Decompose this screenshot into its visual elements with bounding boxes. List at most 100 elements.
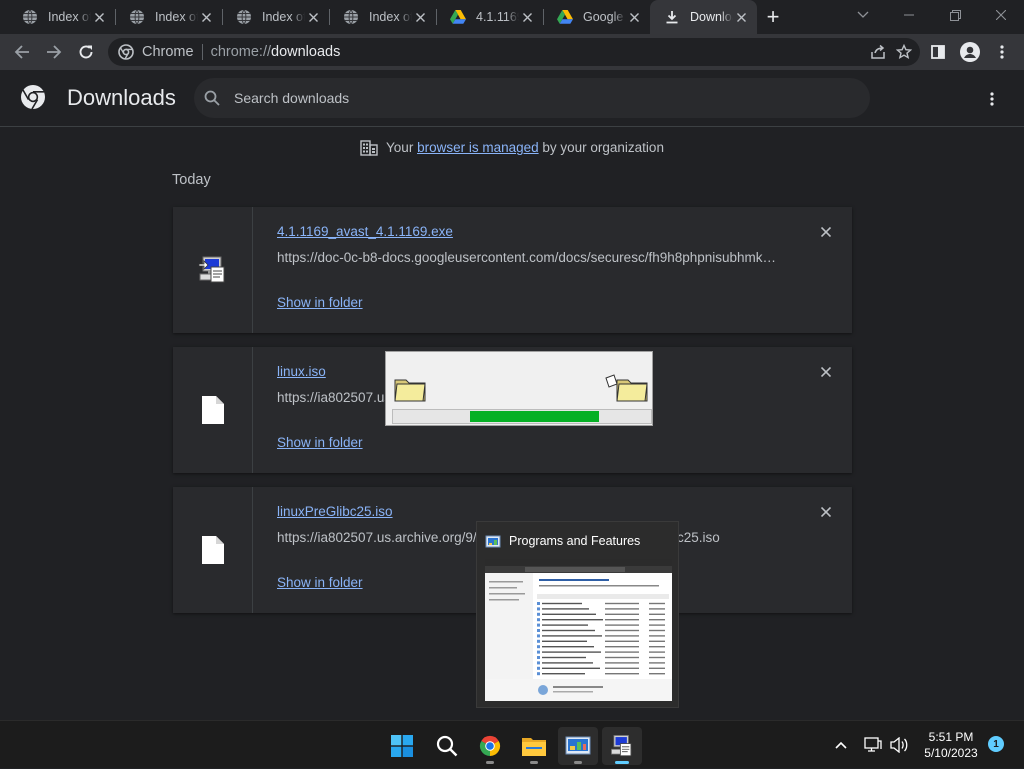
star-icon[interactable]	[896, 44, 912, 60]
programs-and-features-preview	[485, 559, 672, 701]
restore-button[interactable]	[932, 0, 978, 30]
file-explorer-icon	[522, 738, 546, 756]
tab-strip: Index of /ubuntu Index of /ubuntu Index of…	[0, 0, 1024, 34]
download-file-name[interactable]: linux.iso	[277, 364, 326, 379]
globe-icon	[22, 9, 38, 25]
close-window-button[interactable]	[978, 0, 1024, 30]
running-indicator	[530, 761, 538, 764]
toolbar-right	[922, 36, 1018, 68]
running-indicator	[486, 761, 494, 764]
managed-link[interactable]: browser is managed	[417, 140, 539, 155]
close-icon	[308, 12, 318, 22]
avatar-icon	[960, 42, 980, 62]
remove-download-button[interactable]	[818, 224, 834, 240]
date-section-label: Today	[172, 172, 211, 188]
close-icon	[736, 12, 746, 22]
reload-button[interactable]	[70, 36, 102, 68]
chevron-up-icon	[835, 741, 847, 749]
download-icon-column	[173, 487, 253, 613]
installer-exe-icon	[198, 256, 224, 283]
taskbar-window-preview[interactable]: Programs and Features	[476, 521, 679, 708]
file-icon	[201, 396, 224, 424]
address-bar[interactable]: Chrome chrome://downloads	[108, 38, 920, 66]
browser-tab[interactable]: Index of /ubuntu	[329, 0, 436, 34]
download-icon-column	[173, 347, 253, 473]
downloads-menu-button[interactable]	[982, 88, 1002, 110]
copy-progress-fill	[470, 411, 599, 422]
show-in-folder-link[interactable]: Show in folder	[277, 575, 363, 590]
window-controls	[840, 0, 1024, 34]
browser-tab[interactable]: Index of /ubuntu	[222, 0, 329, 34]
close-icon	[821, 227, 831, 237]
tab-title: Index of /ubuntu	[48, 10, 91, 24]
share-icon[interactable]	[870, 44, 886, 60]
clock-date: 5/10/2023	[924, 746, 978, 760]
address-separator	[201, 44, 203, 60]
volume-icon[interactable]	[890, 737, 908, 753]
taskbar-control-panel[interactable]	[558, 727, 598, 765]
tab-title: 4.1.1169_avast	[476, 10, 519, 24]
chevron-down-icon	[857, 11, 869, 18]
taskbar: 5:51 PM 5/10/2023	[0, 720, 1024, 768]
taskbar-chrome[interactable]	[470, 727, 510, 765]
taskbar-clock[interactable]: 5:51 PM 5/10/2023	[918, 729, 984, 761]
browser-tab[interactable]: Index of /ubuntu	[8, 0, 115, 34]
managed-prefix: Your	[386, 140, 418, 155]
download-source-url: https://doc-0c-b8-docs.googleusercontent…	[277, 250, 777, 265]
google-drive-icon	[557, 9, 573, 25]
managed-notice: Your browser is managed by your organiza…	[0, 140, 1024, 156]
minimize-button[interactable]	[886, 0, 932, 30]
close-tab-button[interactable]	[626, 9, 642, 25]
browser-tab[interactable]: 4.1.1169_avast	[436, 0, 543, 34]
side-panel-icon	[931, 45, 945, 59]
close-icon	[629, 12, 639, 22]
close-icon	[996, 10, 1006, 20]
downloads-header: Downloads	[0, 70, 1024, 127]
folder-icon	[616, 379, 648, 402]
tab-title: Index of /ubuntu	[262, 10, 305, 24]
browser-tab[interactable]: Google Drive	[543, 0, 650, 34]
show-hidden-icons-button[interactable]	[832, 735, 850, 755]
download-file-name[interactable]: linuxPreGlibc25.iso	[277, 504, 393, 519]
close-tab-button[interactable]	[733, 9, 749, 25]
google-drive-icon	[450, 9, 466, 25]
close-tab-button[interactable]	[91, 9, 107, 25]
tab-title: Downloads	[690, 10, 733, 24]
taskbar-installer[interactable]	[602, 727, 642, 765]
new-tab-button[interactable]: +	[757, 0, 789, 34]
notification-badge[interactable]: 1	[988, 736, 1004, 752]
close-icon	[821, 507, 831, 517]
search-taskbar-button[interactable]	[427, 727, 467, 765]
search-box[interactable]	[194, 78, 870, 118]
show-in-folder-link[interactable]: Show in folder	[277, 435, 363, 450]
close-tab-button[interactable]	[412, 9, 428, 25]
side-panel-button[interactable]	[922, 36, 954, 68]
minimize-icon	[904, 14, 914, 16]
download-file-name[interactable]: 4.1.1169_avast_4.1.1169.exe	[277, 224, 453, 239]
control-panel-icon	[565, 736, 591, 755]
search-input[interactable]	[234, 90, 794, 106]
remove-download-button[interactable]	[818, 504, 834, 520]
chrome-logo-icon	[21, 85, 45, 110]
browser-tab[interactable]: Index of /ubuntu	[115, 0, 222, 34]
remove-download-button[interactable]	[818, 364, 834, 380]
close-tab-button[interactable]	[198, 9, 214, 25]
url-scheme: chrome://	[210, 44, 272, 60]
close-tab-button[interactable]	[305, 9, 321, 25]
chrome-logo-icon	[118, 44, 134, 60]
search-icon	[436, 735, 458, 757]
forward-button[interactable]	[38, 36, 70, 68]
control-panel-icon	[485, 535, 501, 548]
taskbar-file-explorer[interactable]	[514, 727, 554, 765]
network-icon[interactable]	[864, 737, 882, 753]
close-tab-button[interactable]	[519, 9, 535, 25]
chrome-menu-button[interactable]	[986, 36, 1018, 68]
tab-search-button[interactable]	[840, 0, 886, 30]
show-in-folder-link[interactable]: Show in folder	[277, 295, 363, 310]
profile-button[interactable]	[954, 36, 986, 68]
close-icon	[415, 12, 425, 22]
back-button[interactable]	[6, 36, 38, 68]
browser-tab[interactable]: Downloads	[650, 0, 757, 34]
start-button[interactable]	[382, 727, 422, 765]
globe-icon	[236, 9, 252, 25]
